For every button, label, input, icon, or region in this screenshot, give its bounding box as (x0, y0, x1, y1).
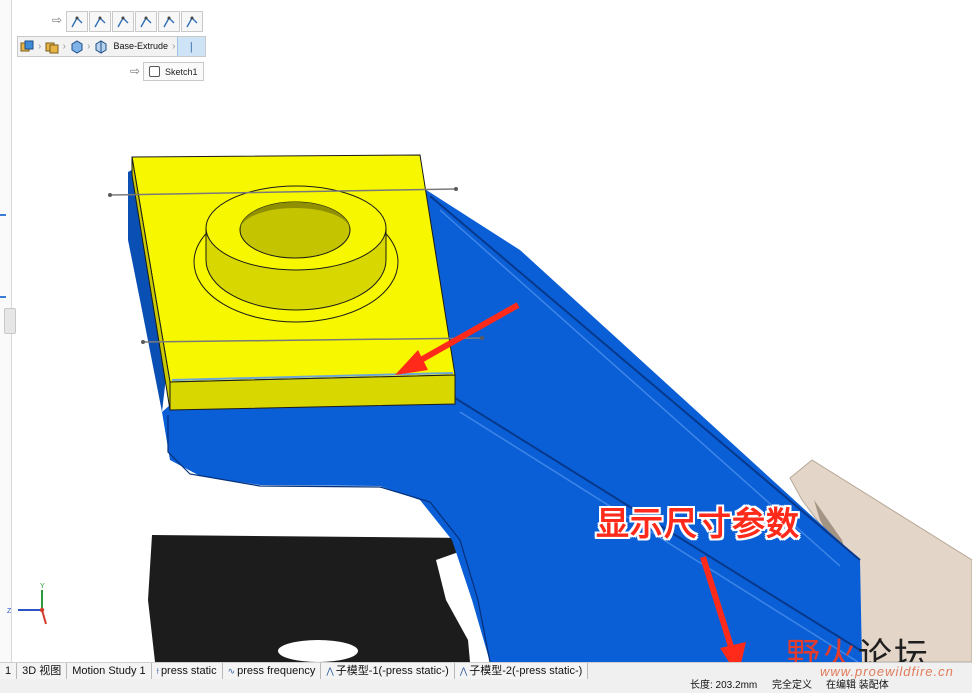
assembly-icon[interactable] (18, 37, 37, 56)
document-tab[interactable]: ⋀ 子模型-1(-press static-) (321, 663, 455, 679)
pointer-icon: ⇨ (130, 64, 141, 78)
document-tab[interactable]: ∿ press frequency (222, 663, 322, 679)
document-tab-label: 子模型-2(-press static-) (469, 665, 583, 677)
sketch-line-icon (71, 16, 83, 27)
sketch-crumb-label: Sketch1 (165, 66, 198, 77)
submodel-icon: ⋀ (459, 666, 468, 676)
document-tab[interactable]: 3D 视图 (17, 663, 68, 679)
watermark-red-text: 野火 (786, 636, 858, 662)
status-length: 长度: 203.2mm (690, 680, 758, 691)
document-tab-label: Motion Study 1 (72, 665, 146, 677)
pointer-icon: ⇨ (52, 13, 63, 27)
sketch-tool-strip (66, 11, 204, 32)
triad-z-label: Z (7, 608, 12, 615)
watermark-black-text: 论坛 (858, 636, 930, 662)
status-bar: 长度: 203.2mm 完全定义 在编辑 装配体 (0, 679, 972, 693)
sketch-tool-button[interactable] (181, 11, 203, 32)
document-tab-label: 3D 视图 (22, 665, 62, 677)
document-tab-label: 子模型-1(-press static-) (335, 665, 449, 677)
document-tab[interactable]: ⟊ press static (151, 663, 223, 679)
status-definition: 完全定义 (772, 680, 812, 691)
sketch-tool-button[interactable] (112, 11, 134, 32)
watermark-url: www.proewildfire.cn (820, 664, 954, 679)
submodel-icon: ⋀ (326, 666, 334, 676)
document-tab[interactable]: Motion Study 1 (67, 663, 152, 679)
document-tab[interactable]: 1 (0, 663, 18, 679)
shadow-hole (278, 640, 358, 662)
sketch-line-icon (140, 16, 152, 27)
graphics-viewport[interactable]: ⇨ › › › Base-Extrude › | ⇨ Sketch1 Y Z 显… (0, 0, 972, 662)
sketch-line-icon (163, 16, 175, 27)
sketch-indicator-icon[interactable]: | (176, 37, 206, 56)
document-tab[interactable]: ⋀ 子模型-2(-press static-) (454, 663, 589, 679)
watermark: 野火论坛 (786, 628, 930, 662)
sketch-line-icon (94, 16, 106, 27)
sketch-tool-button[interactable] (66, 11, 88, 32)
sketch-crumb[interactable]: Sketch1 (143, 62, 204, 81)
model-canvas[interactable] (0, 0, 972, 662)
document-tab-label: 1 (5, 665, 12, 677)
part-icon[interactable] (67, 37, 86, 56)
sketch-tool-button[interactable] (89, 11, 111, 32)
triad-y-label: Y (40, 583, 45, 590)
simulation-static-icon: ⟊ (156, 666, 159, 676)
extrude-feature-icon[interactable] (92, 37, 111, 56)
status-editing: 在编辑 装配体 (826, 680, 889, 691)
annotation-text: 显示尺寸参数 (596, 504, 800, 543)
document-tab-label: press static (160, 665, 217, 677)
feature-breadcrumb: › › › Base-Extrude › | (17, 36, 206, 57)
sketch-tool-button[interactable] (135, 11, 157, 32)
document-tab-label: press frequency (237, 665, 316, 677)
sketch-icon (149, 66, 160, 77)
sketch-line-icon (186, 16, 198, 27)
subassembly-icon[interactable] (43, 37, 62, 56)
sketch-tool-button[interactable] (158, 11, 180, 32)
simulation-frequency-icon: ∿ (227, 666, 236, 676)
sketch-line-icon (117, 16, 129, 27)
breadcrumb-feature-label[interactable]: Base-Extrude (110, 37, 171, 56)
view-triad: Y Z (4, 580, 54, 632)
